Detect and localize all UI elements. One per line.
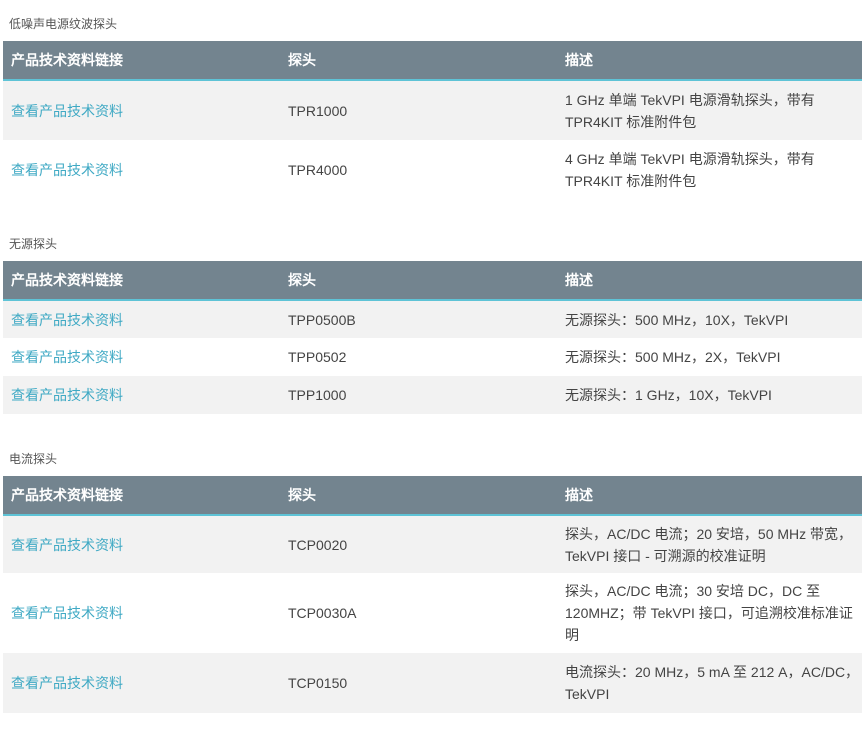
header-probe: 探头 [280,476,557,516]
probe-model: TCP0030A [280,573,557,653]
table-row: 查看产品技术资料 TCP0020 探头，AC/DC 电流；20 安培，50 MH… [3,515,862,573]
probe-description: 电流探头：20 MHz，5 mA 至 212 A，AC/DC，TekVPI [557,653,862,713]
section-title-ripple: 低噪声电源纹波探头 [9,17,118,31]
probe-description: 探头，AC/DC 电流；20 安培，50 MHz 带宽，TekVPI 接口 - … [557,515,862,573]
probe-model: TCP0020 [280,515,557,573]
datasheet-link[interactable]: 查看产品技术资料 [11,349,123,365]
current-probe-table: 产品技术资料链接 探头 描述 查看产品技术资料 TCP0020 探头，AC/DC… [3,476,862,713]
header-probe: 探头 [280,261,557,301]
datasheet-link[interactable]: 查看产品技术资料 [11,387,123,403]
table-row: 查看产品技术资料 TCP0030A 探头，AC/DC 电流；30 安培 DC，D… [3,573,862,653]
table-header-row: 产品技术资料链接 探头 描述 [3,476,862,516]
probe-description: 无源探头：500 MHz，2X，TekVPI [557,338,862,376]
table-row: 查看产品技术资料 TPP0502 无源探头：500 MHz，2X，TekVPI [3,338,862,376]
table-row: 查看产品技术资料 TPR1000 1 GHz 单端 TekVPI 电源滑轨探头，… [3,80,862,140]
section-title-passive: 无源探头 [9,237,58,251]
probe-model: TPP0502 [280,338,557,376]
table-header-row: 产品技术资料链接 探头 描述 [3,41,862,81]
header-link: 产品技术资料链接 [3,261,280,301]
section-title-current: 电流探头 [9,452,58,466]
probe-description: 4 GHz 单端 TekVPI 电源滑轨探头，带有 TPR4KIT 标准附件包 [557,140,862,200]
header-desc: 描述 [557,476,862,516]
datasheet-link[interactable]: 查看产品技术资料 [11,605,123,621]
probe-model: TPP1000 [280,376,557,414]
table-row: 查看产品技术资料 TPP1000 无源探头：1 GHz，10X，TekVPI [3,376,862,414]
table-row: 查看产品技术资料 TPP0500B 无源探头：500 MHz，10X，TekVP… [3,300,862,338]
probe-model: TPP0500B [280,300,557,338]
header-link: 产品技术资料链接 [3,41,280,81]
probe-model: TCP0150 [280,653,557,713]
probe-description: 无源探头：500 MHz，10X，TekVPI [557,300,862,338]
probe-model: TPR1000 [280,80,557,140]
probe-description: 1 GHz 单端 TekVPI 电源滑轨探头，带有 TPR4KIT 标准附件包 [557,80,862,140]
probe-description: 探头，AC/DC 电流；30 安培 DC，DC 至 120MHZ；带 TekVP… [557,573,862,653]
datasheet-link[interactable]: 查看产品技术资料 [11,103,123,119]
ripple-probe-table: 产品技术资料链接 探头 描述 查看产品技术资料 TPR1000 1 GHz 单端… [3,41,862,200]
datasheet-link[interactable]: 查看产品技术资料 [11,312,123,328]
datasheet-link[interactable]: 查看产品技术资料 [11,162,123,178]
datasheet-link[interactable]: 查看产品技术资料 [11,537,123,553]
table-row: 查看产品技术资料 TCP0150 电流探头：20 MHz，5 mA 至 212 … [3,653,862,713]
table-row: 查看产品技术资料 TPR4000 4 GHz 单端 TekVPI 电源滑轨探头，… [3,140,862,200]
header-probe: 探头 [280,41,557,81]
header-desc: 描述 [557,261,862,301]
datasheet-link[interactable]: 查看产品技术资料 [11,675,123,691]
table-header-row: 产品技术资料链接 探头 描述 [3,261,862,301]
header-desc: 描述 [557,41,862,81]
probe-description: 无源探头：1 GHz，10X，TekVPI [557,376,862,414]
header-link: 产品技术资料链接 [3,476,280,516]
passive-probe-table: 产品技术资料链接 探头 描述 查看产品技术资料 TPP0500B 无源探头：50… [3,261,862,414]
probe-model: TPR4000 [280,140,557,200]
